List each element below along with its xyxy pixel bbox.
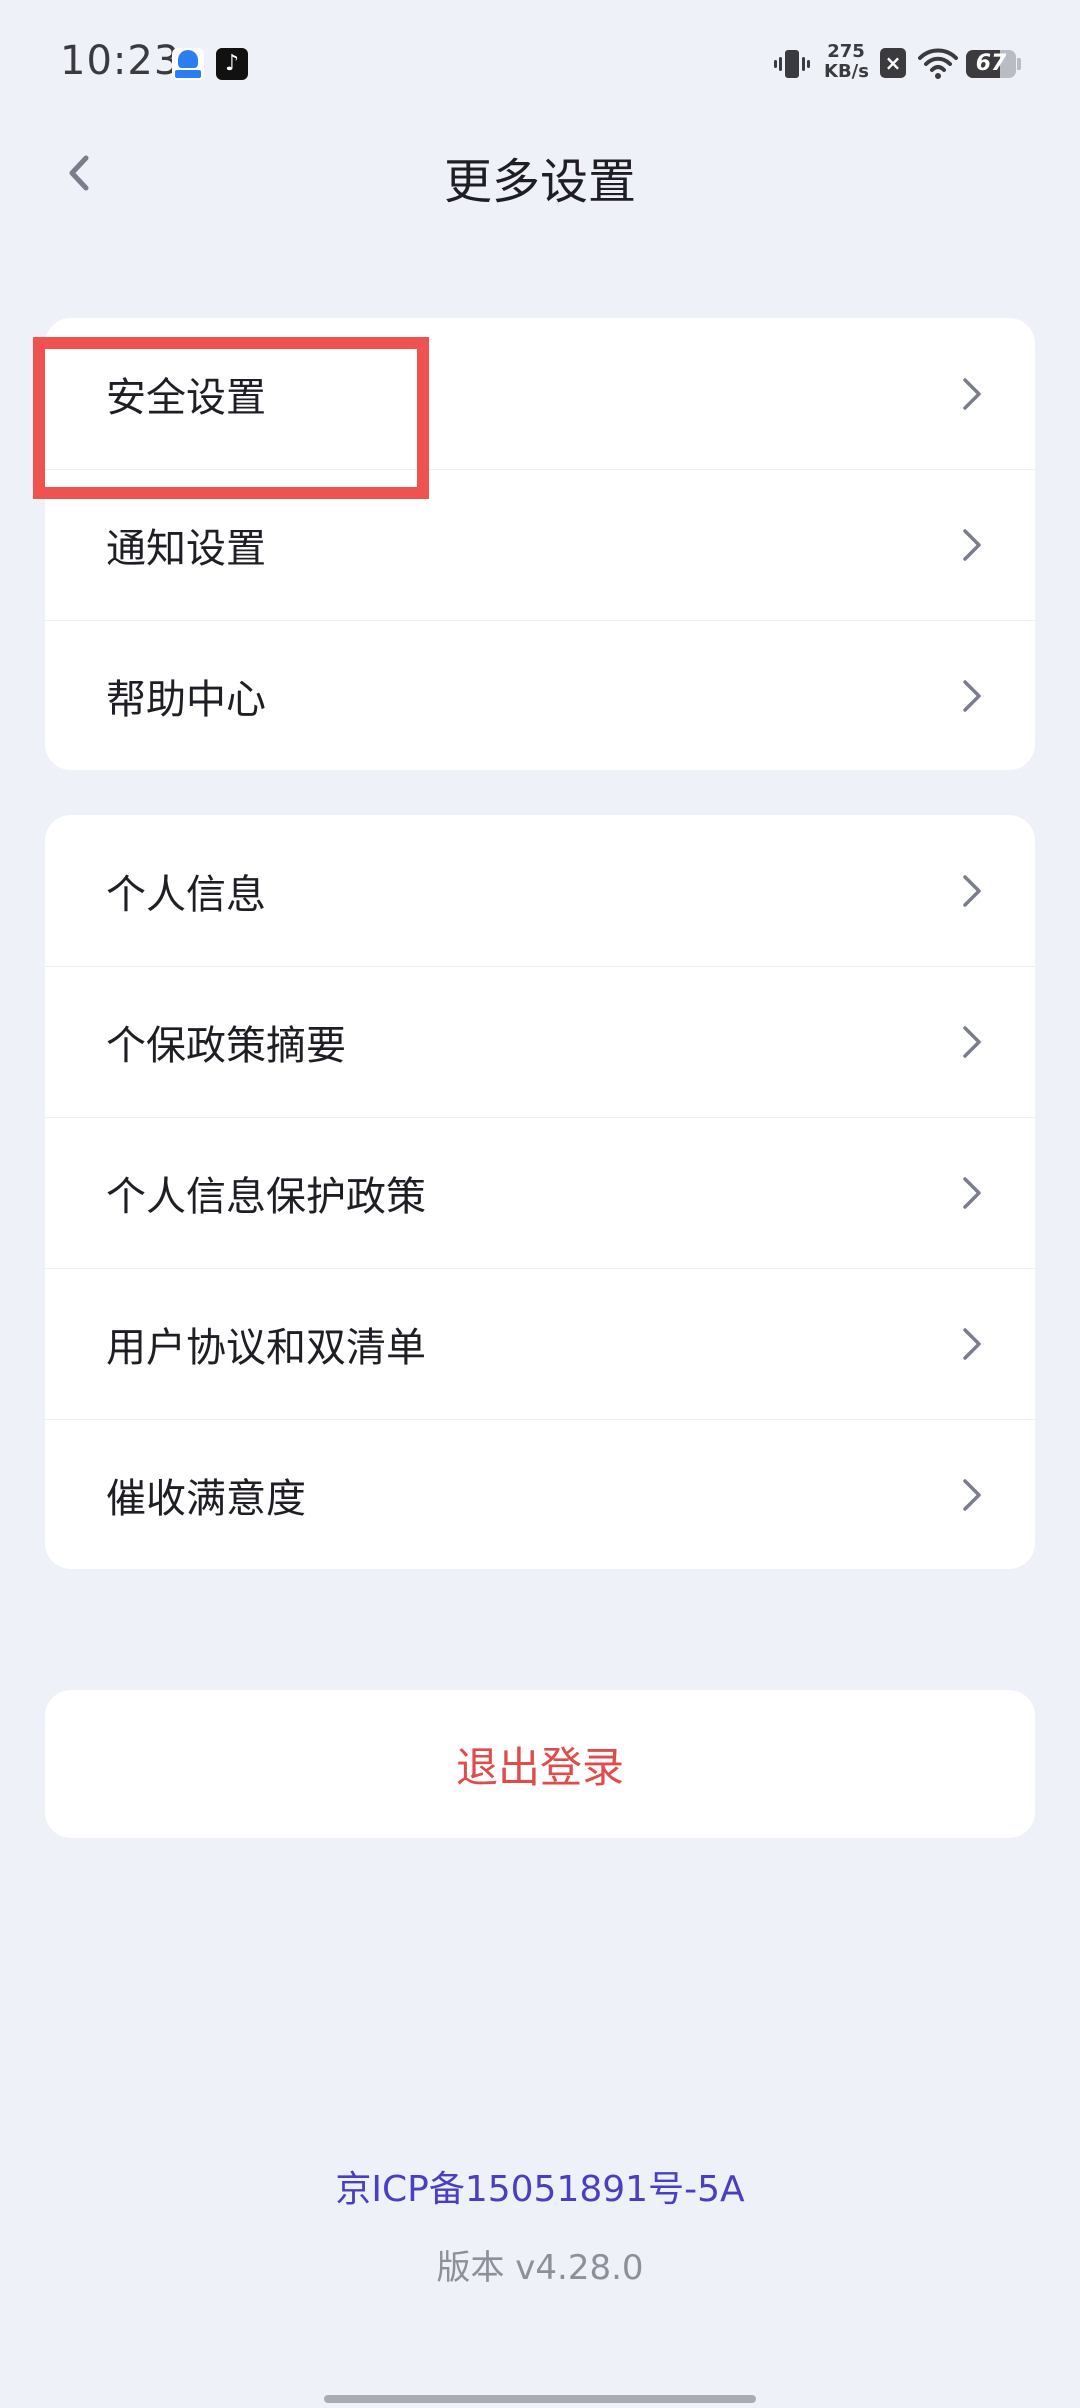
x-app-icon: × xyxy=(880,48,906,78)
status-time: 10:23 xyxy=(60,38,181,84)
battery-icon: 67 xyxy=(966,50,1016,78)
app-notification-icon xyxy=(172,48,204,80)
menu-item-label: 个人信息保护政策 xyxy=(106,1174,426,1220)
menu-item-label: 通知设置 xyxy=(106,526,266,572)
chevron-right-icon xyxy=(963,1026,981,1058)
menu-item-label: 帮助中心 xyxy=(106,677,266,723)
menu-item-label: 用户协议和双清单 xyxy=(106,1325,426,1371)
icp-link[interactable]: 京ICP备15051891号-5A xyxy=(0,2160,1080,2212)
chevron-right-icon xyxy=(963,1177,981,1209)
menu-item-collection-satisfaction[interactable]: 催收满意度 xyxy=(45,1419,1035,1569)
chevron-right-icon xyxy=(963,680,981,712)
settings-group-1: 安全设置 通知设置 帮助中心 xyxy=(45,318,1035,770)
home-indicator[interactable] xyxy=(324,2395,756,2403)
menu-item-personal-info[interactable]: 个人信息 xyxy=(45,815,1035,966)
menu-item-label: 催收满意度 xyxy=(106,1476,306,1522)
logout-button[interactable]: 退出登录 xyxy=(45,1690,1035,1838)
vibrate-icon xyxy=(774,50,810,78)
menu-item-privacy-summary[interactable]: 个保政策摘要 xyxy=(45,966,1035,1117)
chevron-right-icon xyxy=(963,874,981,907)
menu-item-label: 个保政策摘要 xyxy=(106,1023,346,1069)
menu-item-notification-settings[interactable]: 通知设置 xyxy=(45,469,1035,620)
logout-card: 退出登录 xyxy=(45,1690,1035,1838)
menu-item-label: 个人信息 xyxy=(106,871,266,918)
logout-label: 退出登录 xyxy=(455,1742,624,1792)
settings-group-2: 个人信息 个保政策摘要 个人信息保护政策 用户协议和双清单 催收满意度 xyxy=(45,815,1035,1569)
chevron-right-icon xyxy=(963,1479,981,1511)
menu-item-label: 安全设置 xyxy=(106,374,266,421)
status-bar: 10:23 ♪ 275 KB/s × 67 xyxy=(0,0,1080,130)
version-text: 版本 v4.28.0 xyxy=(436,2248,644,2288)
network-speed-value: 275 xyxy=(827,41,865,62)
network-speed-unit: KB/s xyxy=(824,61,869,82)
menu-item-privacy-policy[interactable]: 个人信息保护政策 xyxy=(45,1117,1035,1268)
menu-item-help-center[interactable]: 帮助中心 xyxy=(45,620,1035,770)
page-title: 更多设置 xyxy=(443,154,636,210)
battery-tip xyxy=(1017,58,1021,70)
wifi-icon xyxy=(918,48,958,79)
menu-item-security-settings[interactable]: 安全设置 xyxy=(45,318,1035,469)
menu-item-user-agreement[interactable]: 用户协议和双清单 xyxy=(45,1268,1035,1419)
chevron-right-icon xyxy=(963,1328,981,1360)
tiktok-icon: ♪ xyxy=(216,48,248,80)
chevron-right-icon xyxy=(963,529,981,561)
network-speed: 275 KB/s xyxy=(824,41,869,82)
battery-level: 67 xyxy=(975,51,1007,76)
chevron-right-icon xyxy=(963,377,981,410)
